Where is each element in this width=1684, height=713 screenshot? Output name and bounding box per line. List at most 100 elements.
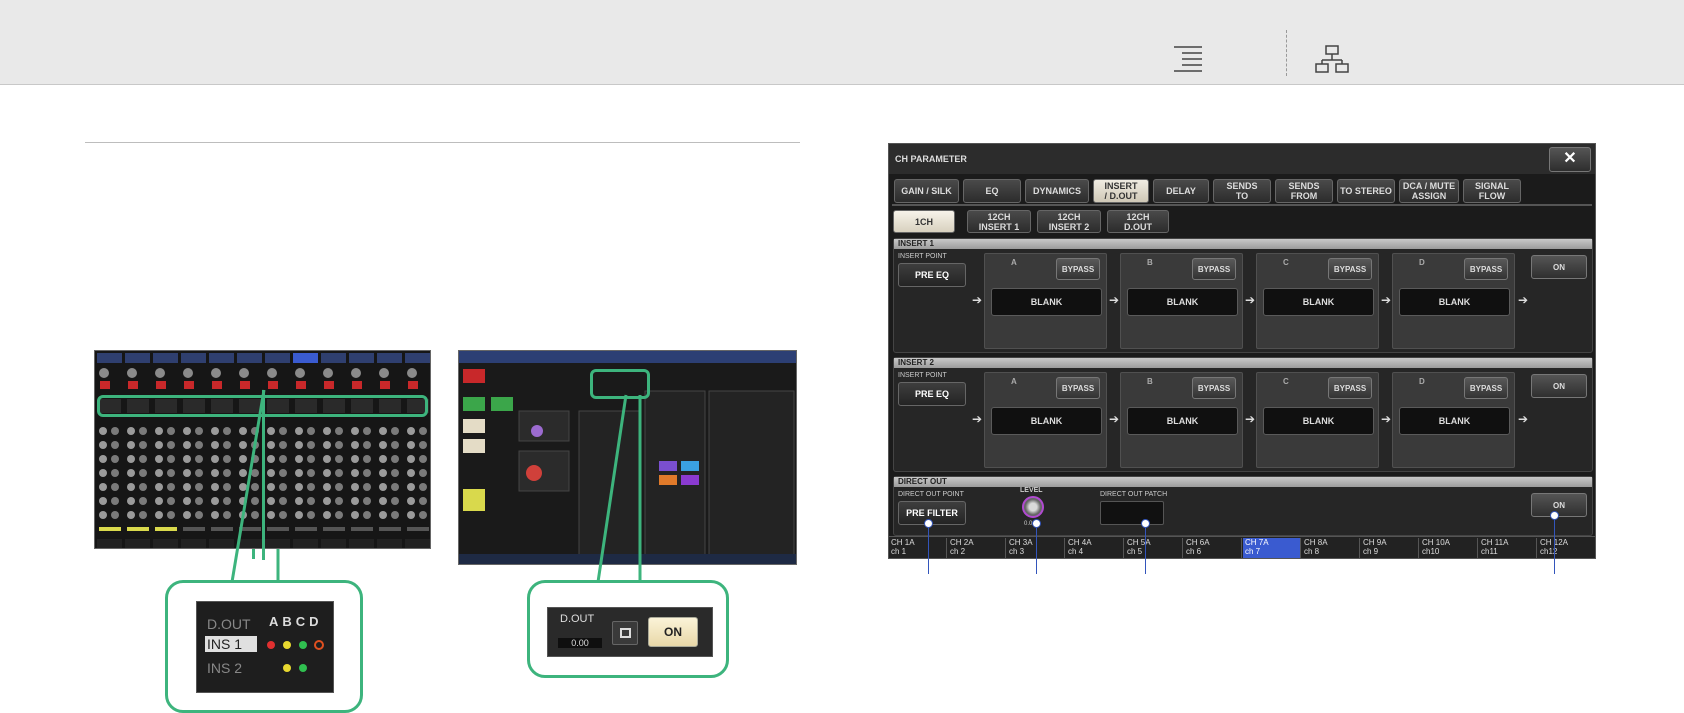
signal-arrow-icon: ➔: [972, 412, 983, 426]
channel-name: CH 6A: [1186, 538, 1210, 547]
channel-sub-name: ch 1: [891, 547, 907, 556]
dout-patch-button[interactable]: [612, 621, 638, 645]
subtab-12ch-insert-2[interactable]: 12CH INSERT 2: [1037, 210, 1101, 233]
signal-arrow-icon: ➔: [1109, 293, 1120, 307]
indicator-letters: ABCD: [269, 614, 323, 629]
channel-select-2[interactable]: CH 2A ch 2: [948, 538, 1006, 558]
tab-insert-dout[interactable]: INSERT / D.OUT: [1093, 179, 1149, 203]
channel-select-7[interactable]: CH 7A ch 7: [1243, 538, 1301, 558]
signal-arrow-icon: ➔: [1381, 293, 1392, 307]
plugin-blank-button[interactable]: BLANK: [991, 288, 1102, 316]
bypass-button[interactable]: BYPASS: [1056, 377, 1100, 399]
direct-out-zoom: D.OUT 0.00 ON: [547, 607, 713, 657]
annotation-pointer-dot: [1032, 519, 1041, 528]
ch-parameter-window: CH PARAMETER ✕ GAIN / SILK EQ DYNAMICS I…: [888, 143, 1596, 559]
annotation-pointer: [1554, 518, 1555, 574]
channel-sub-name: ch 9: [1363, 547, 1379, 556]
patch-icon: [620, 628, 631, 638]
channel-select-11[interactable]: CH 11A ch11: [1479, 538, 1537, 558]
tab-eq[interactable]: EQ: [963, 179, 1021, 203]
direct-out-callout: D.OUT 0.00 ON: [527, 580, 729, 678]
direct-out-patch-label: DIRECT OUT PATCH: [1100, 491, 1168, 498]
tab-sends-from[interactable]: SENDS FROM: [1275, 179, 1333, 203]
plugin-blank-button[interactable]: BLANK: [1399, 407, 1510, 435]
channel-sub-name: ch 2: [950, 547, 966, 556]
subtab-1ch[interactable]: 1CH: [893, 210, 955, 233]
insert-1-title: INSERT 1: [894, 239, 1592, 249]
channel-select-1[interactable]: CH 1A ch 1: [889, 538, 947, 558]
bypass-button[interactable]: BYPASS: [1464, 377, 1508, 399]
plugin-blank-button[interactable]: BLANK: [1127, 288, 1238, 316]
direct-out-section: DIRECT OUT DIRECT OUT POINT PRE FILTER L…: [893, 476, 1593, 536]
bypass-button[interactable]: BYPASS: [1192, 377, 1236, 399]
bypass-button[interactable]: BYPASS: [1192, 258, 1236, 280]
insert-slot-c: C BYPASS BLANK: [1256, 253, 1379, 349]
insert-indicator-callout: ABCD D.OUT INS 1 INS 2: [165, 580, 363, 713]
channel-select-9[interactable]: CH 9A ch 9: [1361, 538, 1419, 558]
channel-name: CH 7A: [1245, 538, 1269, 547]
insert-point-select[interactable]: PRE EQ: [898, 382, 966, 406]
direct-out-patch-button[interactable]: [1100, 501, 1164, 525]
insert-slot-a: A BYPASS BLANK: [984, 372, 1107, 468]
signal-arrow-icon: ➔: [972, 293, 983, 307]
tab-dynamics[interactable]: DYNAMICS: [1025, 179, 1089, 203]
plugin-blank-button[interactable]: BLANK: [1127, 407, 1238, 435]
tab-dca-mute-assign[interactable]: DCA / MUTE ASSIGN: [1399, 179, 1459, 203]
channel-select-bar: CH 1A ch 1 CH 2A ch 2 CH 3A ch 3 CH 4A ch 4 CH 5…: [889, 536, 1596, 558]
bypass-button[interactable]: BYPASS: [1328, 258, 1372, 280]
channel-name: CH 9A: [1363, 538, 1387, 547]
channel-name: CH 4A: [1068, 538, 1092, 547]
tab-delay[interactable]: DELAY: [1153, 179, 1209, 203]
plugin-blank-button[interactable]: BLANK: [1263, 407, 1374, 435]
bypass-button[interactable]: BYPASS: [1464, 258, 1508, 280]
channel-select-5[interactable]: CH 5A ch 5: [1125, 538, 1183, 558]
channel-sub-name: ch12: [1540, 547, 1558, 556]
insert-slot-d: D BYPASS BLANK: [1392, 253, 1515, 349]
subtab-12ch-dout[interactable]: 12CH D.OUT: [1107, 210, 1169, 233]
plugin-blank-button[interactable]: BLANK: [1399, 288, 1510, 316]
tab-gain-silk[interactable]: GAIN / SILK: [894, 179, 959, 203]
signal-arrow-icon: ➔: [1245, 412, 1256, 426]
indicator-row-ins2: INS 2: [207, 660, 243, 676]
channel-name: CH 12A: [1540, 538, 1569, 547]
insert-2-section: INSERT 2 INSERT POINT PRE EQ ➔ A BYPASS …: [893, 357, 1593, 472]
tab-sends-to[interactable]: SENDS TO: [1213, 179, 1271, 203]
plugin-blank-button[interactable]: BLANK: [1263, 288, 1374, 316]
dout-level-value: 0.00: [558, 638, 602, 648]
tab-to-stereo[interactable]: TO STEREO: [1337, 179, 1395, 203]
direct-out-on-button[interactable]: ON: [1531, 493, 1587, 517]
subtab-12ch-insert-1[interactable]: 12CH INSERT 1: [967, 210, 1031, 233]
channel-select-10[interactable]: CH 10A ch10: [1420, 538, 1478, 558]
channel-select-8[interactable]: CH 8A ch 8: [1302, 538, 1360, 558]
annotation-pointer-dot: [1550, 511, 1559, 520]
insert-slot-c: C BYPASS BLANK: [1256, 372, 1379, 468]
bypass-button[interactable]: BYPASS: [1328, 377, 1372, 399]
annotation-pointer-dot: [924, 519, 933, 528]
window-title-bar: CH PARAMETER ✕: [889, 144, 1595, 174]
insert-indicator-zoom: ABCD D.OUT INS 1 INS 2: [196, 601, 334, 693]
plugin-blank-button[interactable]: BLANK: [991, 407, 1102, 435]
insert-2-title: INSERT 2: [894, 358, 1592, 368]
channel-sub-name: ch 7: [1245, 547, 1261, 556]
channel-select-6[interactable]: CH 6A ch 6: [1184, 538, 1242, 558]
indicator-row-ins1: INS 1: [205, 636, 257, 652]
channel-select-12[interactable]: CH 12A ch12: [1538, 538, 1596, 558]
channel-sub-name: ch 8: [1304, 547, 1320, 556]
channel-sub-name: ch 6: [1186, 547, 1202, 556]
level-knob[interactable]: [1022, 496, 1044, 518]
close-button[interactable]: ✕: [1549, 147, 1591, 172]
dout-on-button[interactable]: ON: [648, 617, 698, 647]
insert-point-select[interactable]: PRE EQ: [898, 263, 966, 287]
signal-arrow-icon: ➔: [1518, 412, 1529, 426]
channel-sub-name: ch11: [1481, 547, 1498, 556]
close-icon: ✕: [1563, 150, 1577, 167]
channel-sub-name: ch 5: [1127, 547, 1143, 556]
insert-1-on-button[interactable]: ON: [1531, 255, 1587, 279]
insert-slot-d: D BYPASS BLANK: [1392, 372, 1515, 468]
insert-status-dots: [267, 640, 324, 672]
bypass-button[interactable]: BYPASS: [1056, 258, 1100, 280]
tab-signal-flow[interactable]: SIGNAL FLOW: [1463, 179, 1521, 203]
insert-2-on-button[interactable]: ON: [1531, 374, 1587, 398]
channel-select-4[interactable]: CH 4A ch 4: [1066, 538, 1124, 558]
channel-name: CH 2A: [950, 538, 974, 547]
